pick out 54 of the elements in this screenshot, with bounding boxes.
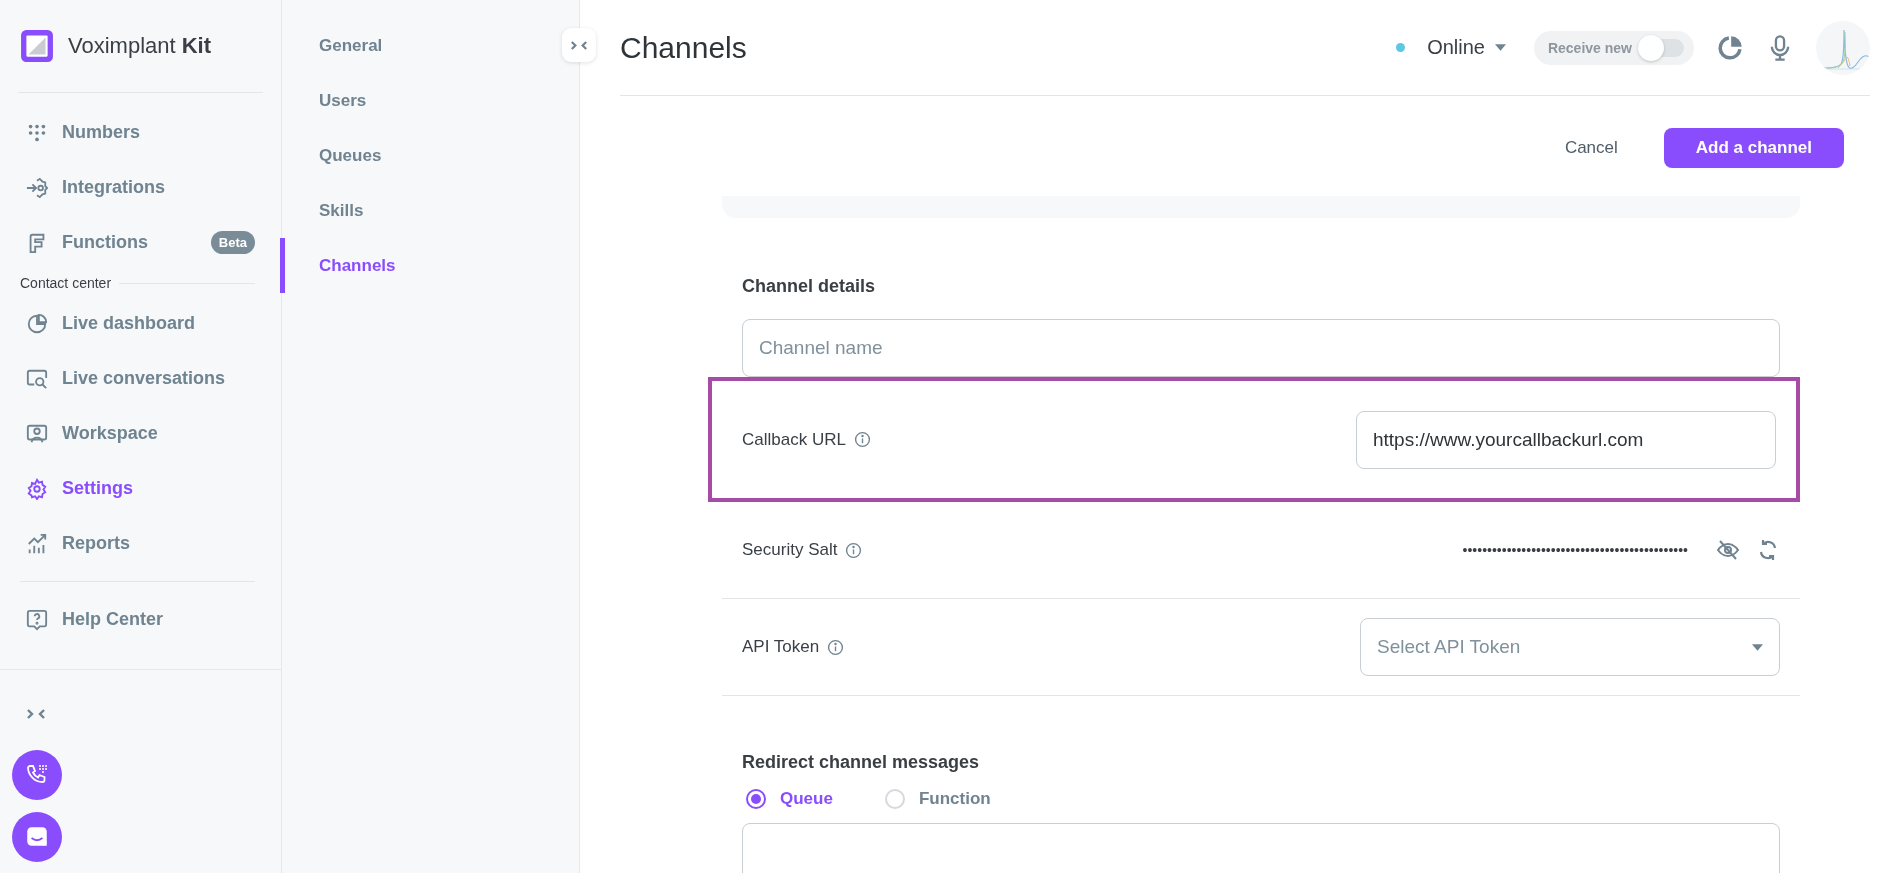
collapse-button[interactable]: [562, 28, 596, 62]
add-channel-button[interactable]: Add a channel: [1663, 128, 1844, 168]
field-label: Callback URL: [742, 429, 846, 450]
nav-item[interactable]: Workspace: [18, 406, 255, 461]
settings-icon: [26, 477, 48, 500]
nav-item[interactable]: Numbers: [18, 105, 255, 160]
info-icon[interactable]: [845, 541, 863, 559]
masked-value: ••••••••••••••••••••••••••••••••••••••••••••••: [1462, 542, 1688, 558]
settings-menu-item[interactable]: Users: [280, 73, 549, 128]
question-bubble-icon: [26, 608, 48, 631]
pie-chart-icon: [26, 312, 48, 335]
channel-name-field[interactable]: Channel name: [742, 319, 1780, 377]
field-label: API Token: [742, 637, 820, 657]
info-icon[interactable]: [827, 638, 845, 656]
settings-menu-item[interactable]: Queues: [280, 128, 549, 183]
nav-item[interactable]: Reports: [18, 516, 255, 571]
collapse-icon: [570, 39, 588, 51]
integration-icon: [26, 176, 48, 199]
api-token-select[interactable]: Select API Token: [1360, 618, 1780, 676]
settings-menu-item[interactable]: Skills: [280, 183, 549, 238]
nav-item[interactable]: Live dashboard: [18, 296, 255, 351]
phone-button[interactable]: [12, 750, 62, 800]
status-dropdown[interactable]: Online: [1390, 35, 1512, 60]
workspace-icon: [26, 422, 48, 445]
caret-icon: [1752, 643, 1763, 651]
chat-button[interactable]: [12, 812, 62, 862]
callback-url-field[interactable]: https://www.yourcallbackurl.com: [1356, 410, 1776, 469]
field-label: Security Salt: [742, 540, 838, 560]
growth-chart-icon: [26, 532, 48, 555]
nav-item[interactable]: Functions Beta: [18, 215, 255, 270]
monitor-search-icon: [26, 367, 48, 390]
section-heading: Channel details: [742, 276, 877, 297]
radio-button[interactable]: [746, 789, 766, 809]
eye-slash-icon[interactable]: [1716, 538, 1740, 562]
section-heading: Redirect channel messages: [742, 752, 981, 773]
page-title: Channels: [620, 30, 747, 65]
caret-icon: [1494, 44, 1506, 51]
beta-badge: Beta: [210, 231, 255, 254]
nav-item[interactable]: Integrations: [18, 160, 255, 215]
settings-menu-item[interactable]: Channels: [280, 238, 549, 293]
cancel-button[interactable]: Cancel: [1558, 137, 1624, 159]
radio-option[interactable]: Function: [884, 789, 991, 809]
info-icon[interactable]: [853, 431, 871, 448]
nav-item[interactable]: Live conversations: [18, 351, 255, 406]
pie-chart-icon[interactable]: [1716, 33, 1744, 62]
receive-new-toggle[interactable]: Receive new: [1533, 30, 1694, 65]
settings-menu-item[interactable]: General: [280, 18, 549, 73]
brand-name: Voximplant Kit: [68, 33, 212, 59]
help-center-link[interactable]: Help Center: [18, 592, 255, 647]
section-label: Contact center: [20, 275, 112, 291]
collapse-icon[interactable]: [26, 708, 46, 720]
nav-item[interactable]: Settings: [18, 461, 255, 516]
logo-icon: [20, 29, 54, 63]
radio-option[interactable]: Queue: [746, 789, 833, 809]
